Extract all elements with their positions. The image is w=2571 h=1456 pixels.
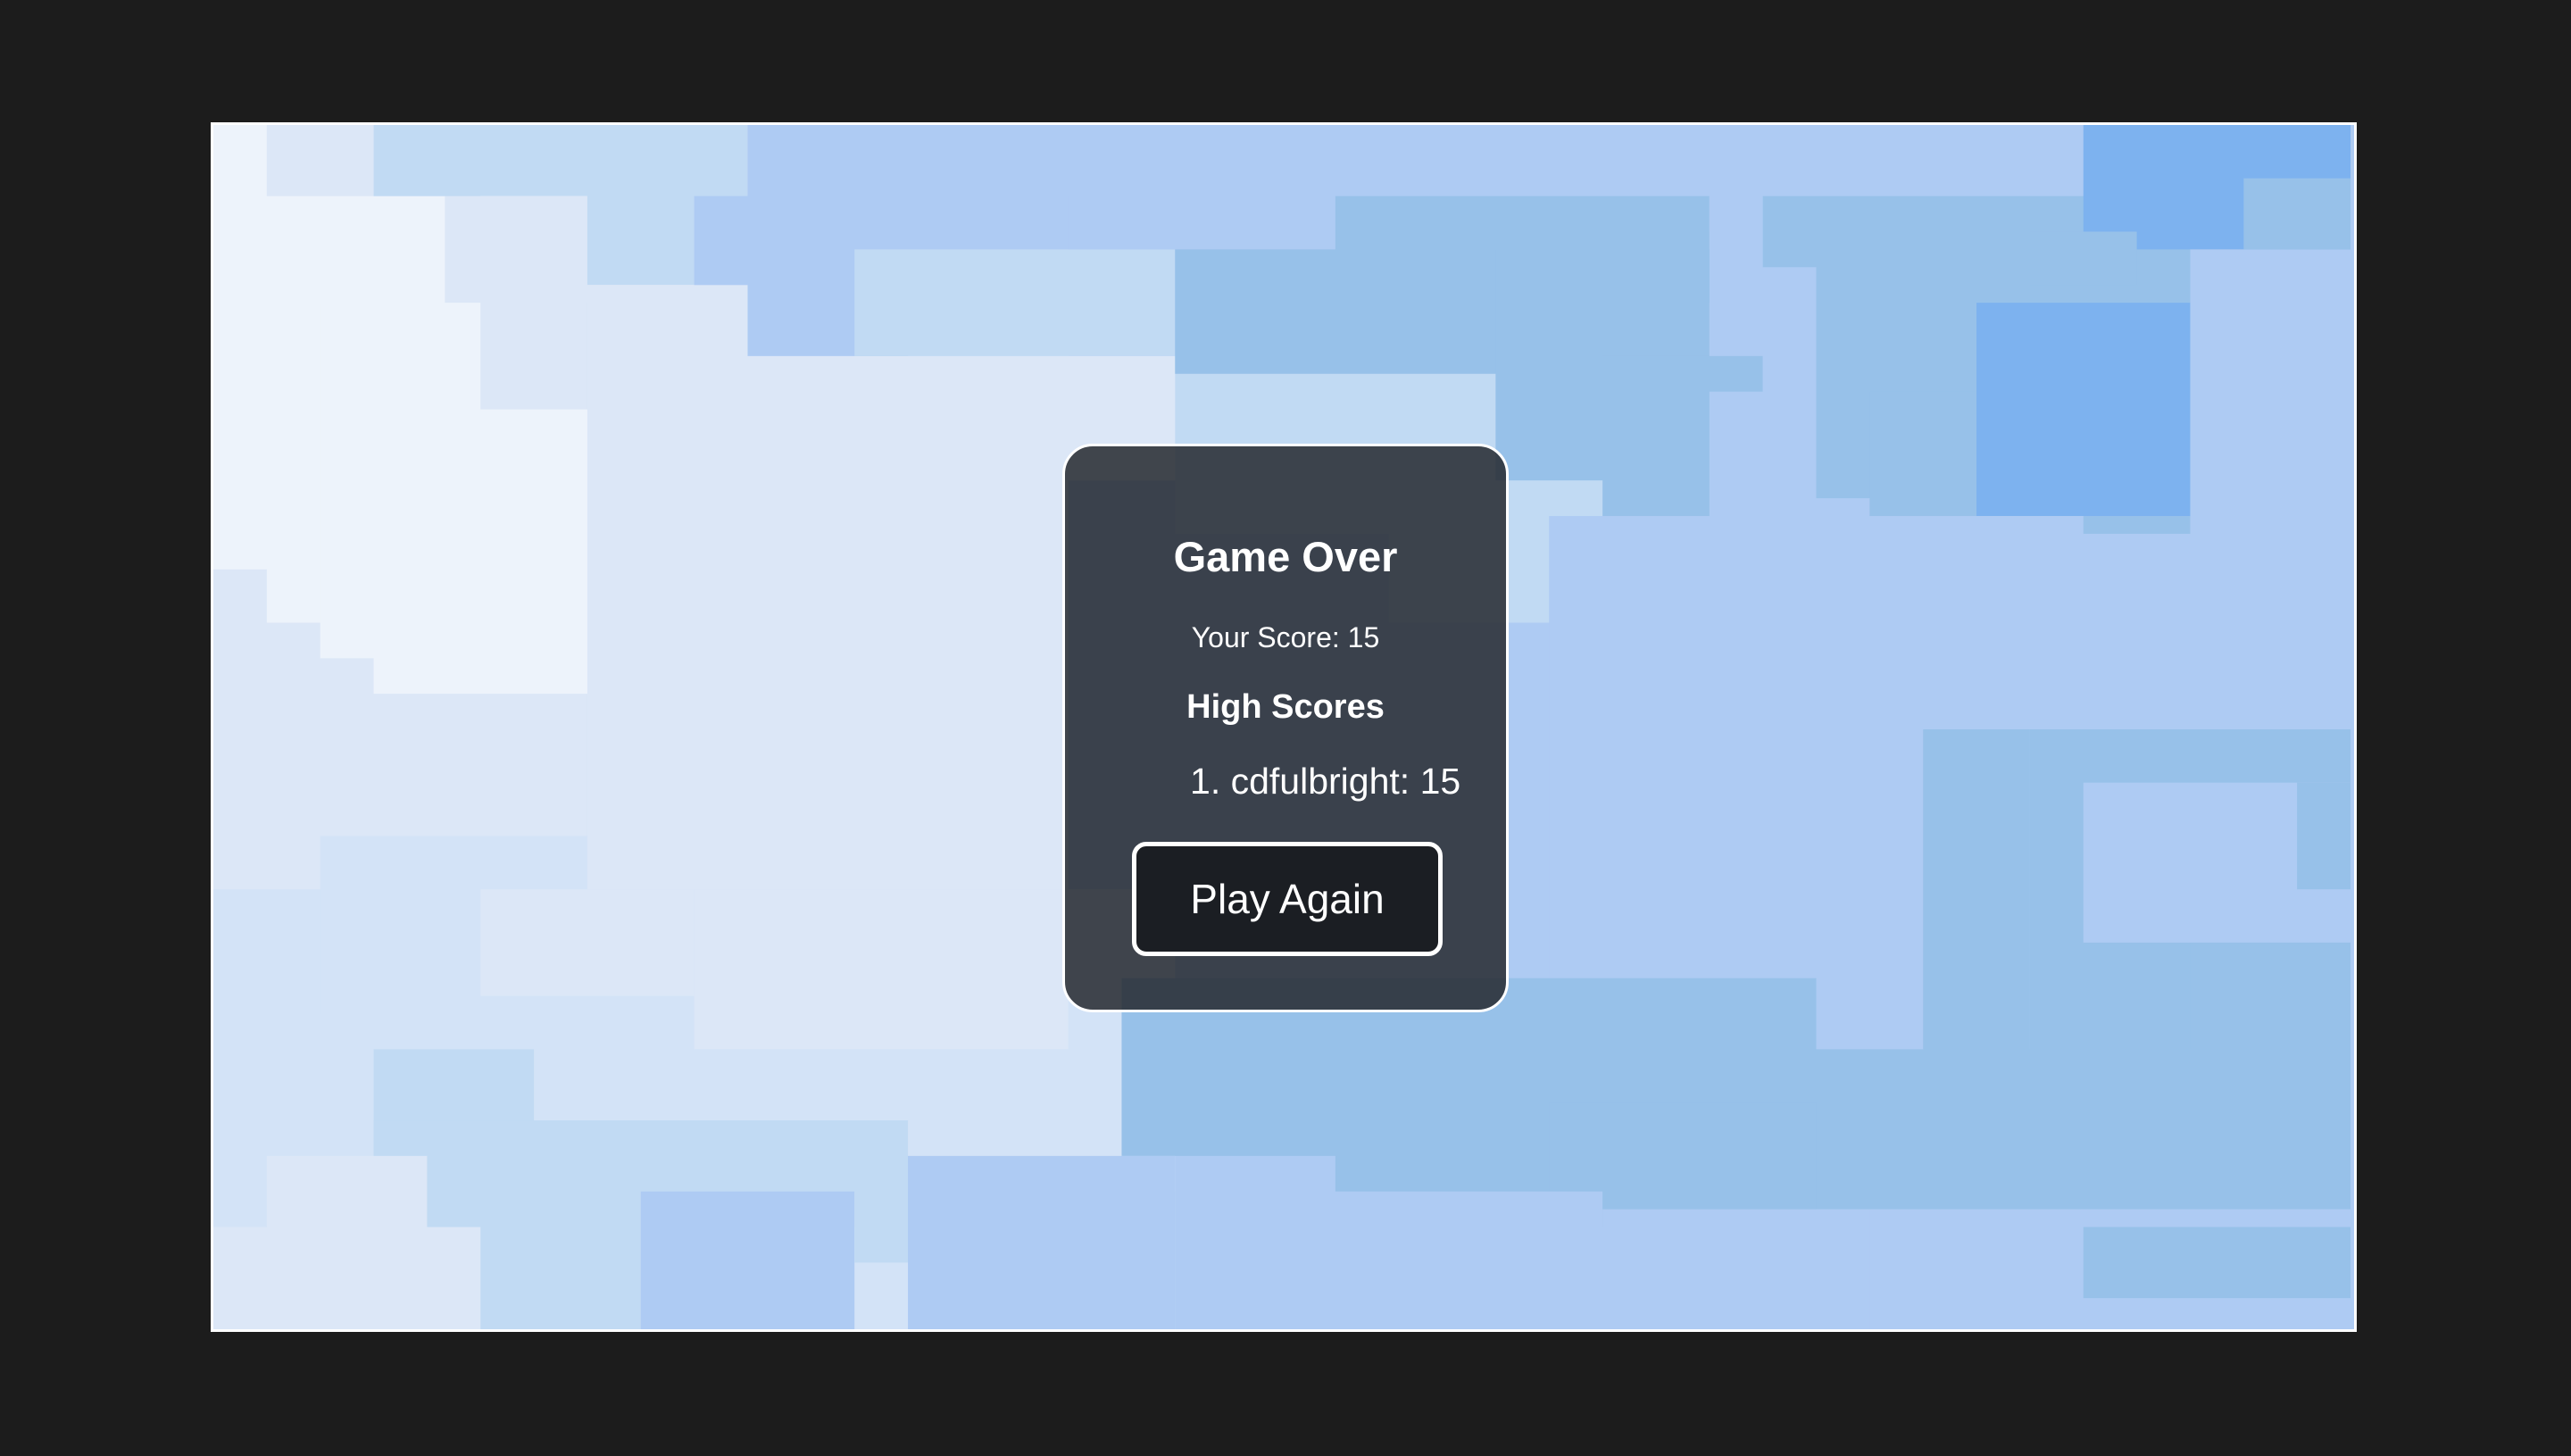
score-value: 15 [1347,621,1380,653]
high-score-entry: 1. cdfulbright: 15 [1190,761,1461,802]
game-over-title: Game Over [1173,533,1398,580]
play-again-button[interactable]: Play Again [1132,842,1443,956]
high-score-name: cdfulbright [1230,761,1400,802]
your-score: Your Score: 15 [1065,623,1506,652]
high-score-list: 1. cdfulbright: 15 [1190,763,1460,800]
game-over-dialog: Game Over Your Score: 15 High Scores 1. … [1062,444,1509,1012]
high-score-value: 15 [1419,761,1461,802]
high-scores-heading: High Scores [1186,688,1385,726]
score-label: Your Score: [1191,621,1340,653]
high-score-rank: 1 [1190,761,1211,802]
